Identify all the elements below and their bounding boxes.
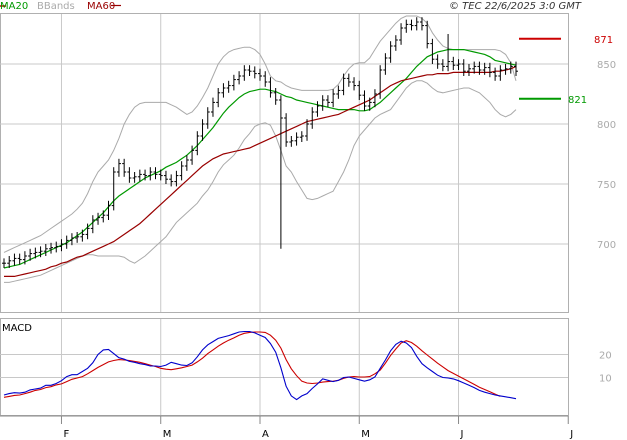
price-bar [231,74,236,91]
price-bar [268,77,273,98]
price-bar [404,19,409,33]
price-bar [237,71,242,85]
price-bar [216,88,221,108]
price-bar [2,258,6,268]
price-tick-label: 750 [597,180,616,191]
price-bar [137,169,142,182]
price-bar [122,158,127,177]
price-bar [414,17,419,31]
price-bar [221,83,226,98]
price-bar [258,68,262,81]
price-bar [430,38,435,64]
price-bar [184,155,189,171]
price-bar [493,67,498,81]
price-bar [278,95,283,249]
price-bar [289,136,294,147]
price-bar [299,131,304,142]
macd-signal-line [3,331,501,398]
price-bar [163,170,168,184]
price-bar [409,19,414,31]
price-bar [127,167,132,183]
price-bar [388,41,393,63]
price-bar [466,64,471,76]
price-bar [472,61,477,74]
x-tick-label: J [569,429,573,440]
price-bar [132,172,137,183]
price-bar [69,233,74,246]
price-bar [315,101,320,117]
price-bar [263,71,268,87]
price-bar [242,65,247,81]
price-bar [148,167,153,181]
macd-panel-frame [0,318,569,416]
price-bar [378,65,383,99]
x-tick-label: F [63,429,69,440]
x-tick-label: M [361,429,370,440]
price-bar [357,80,362,100]
price-bar [487,62,492,78]
price-level-label: 871 [594,35,613,46]
price-bar [310,107,315,129]
price-bar [399,23,404,45]
price-bar [205,107,210,129]
price-bar [169,174,174,187]
price-tick-label: 850 [597,60,616,71]
price-bar [498,65,503,81]
price-bar [179,161,184,181]
price-bar [352,77,357,91]
price-bar [346,73,351,87]
price-bar [341,73,346,96]
price-bar [446,34,451,72]
price-bar [393,35,398,51]
price-bar [461,59,466,76]
price-bar [336,85,341,99]
price-level-label: 821 [568,95,587,106]
price-bar [43,244,48,256]
stock-chart: 871 821 700 750 800 850 10 20 F M A M J J MA20 BBand… [0,1,616,440]
x-tick-label: M [163,429,172,440]
price-bar [75,232,80,243]
macd-tick-label: 20 [599,351,612,362]
price-tick-label: 800 [597,120,616,131]
legend: MA20 BBands MA60 © TEC 22/6/2025 3:0 GMT [0,1,582,12]
price-bar [325,95,330,108]
price-bar [331,89,336,108]
price-bar [247,65,252,76]
price-bar [210,97,215,117]
price-bar [273,88,278,105]
x-tick-label: A [262,429,269,440]
legend-ma60: MA60 [87,1,115,12]
price-tick-label: 700 [597,240,616,251]
price-bar [111,167,116,211]
price-bar [456,59,461,70]
price-bar [294,132,299,146]
price-bar [320,95,325,111]
price-bar [440,59,445,72]
price-bar [435,54,440,69]
price-bar [17,253,22,265]
price-bar [12,253,17,266]
price-bar [116,158,121,177]
price-bar [362,90,367,111]
x-tick-label: J [460,429,464,440]
price-bar [252,66,257,79]
price-panel-frame [0,13,569,313]
legend-ma20: MA20 [0,1,28,12]
macd-tick-label: 10 [599,374,612,385]
price-bar [451,56,456,70]
macd-title: MACD [2,323,32,334]
price-bar [101,210,106,223]
price-bar [226,80,231,93]
price-bar [106,200,111,220]
source-stamp: © TEC 22/6/2025 3:0 GMT [449,1,582,12]
legend-bbands: BBands [37,1,75,12]
